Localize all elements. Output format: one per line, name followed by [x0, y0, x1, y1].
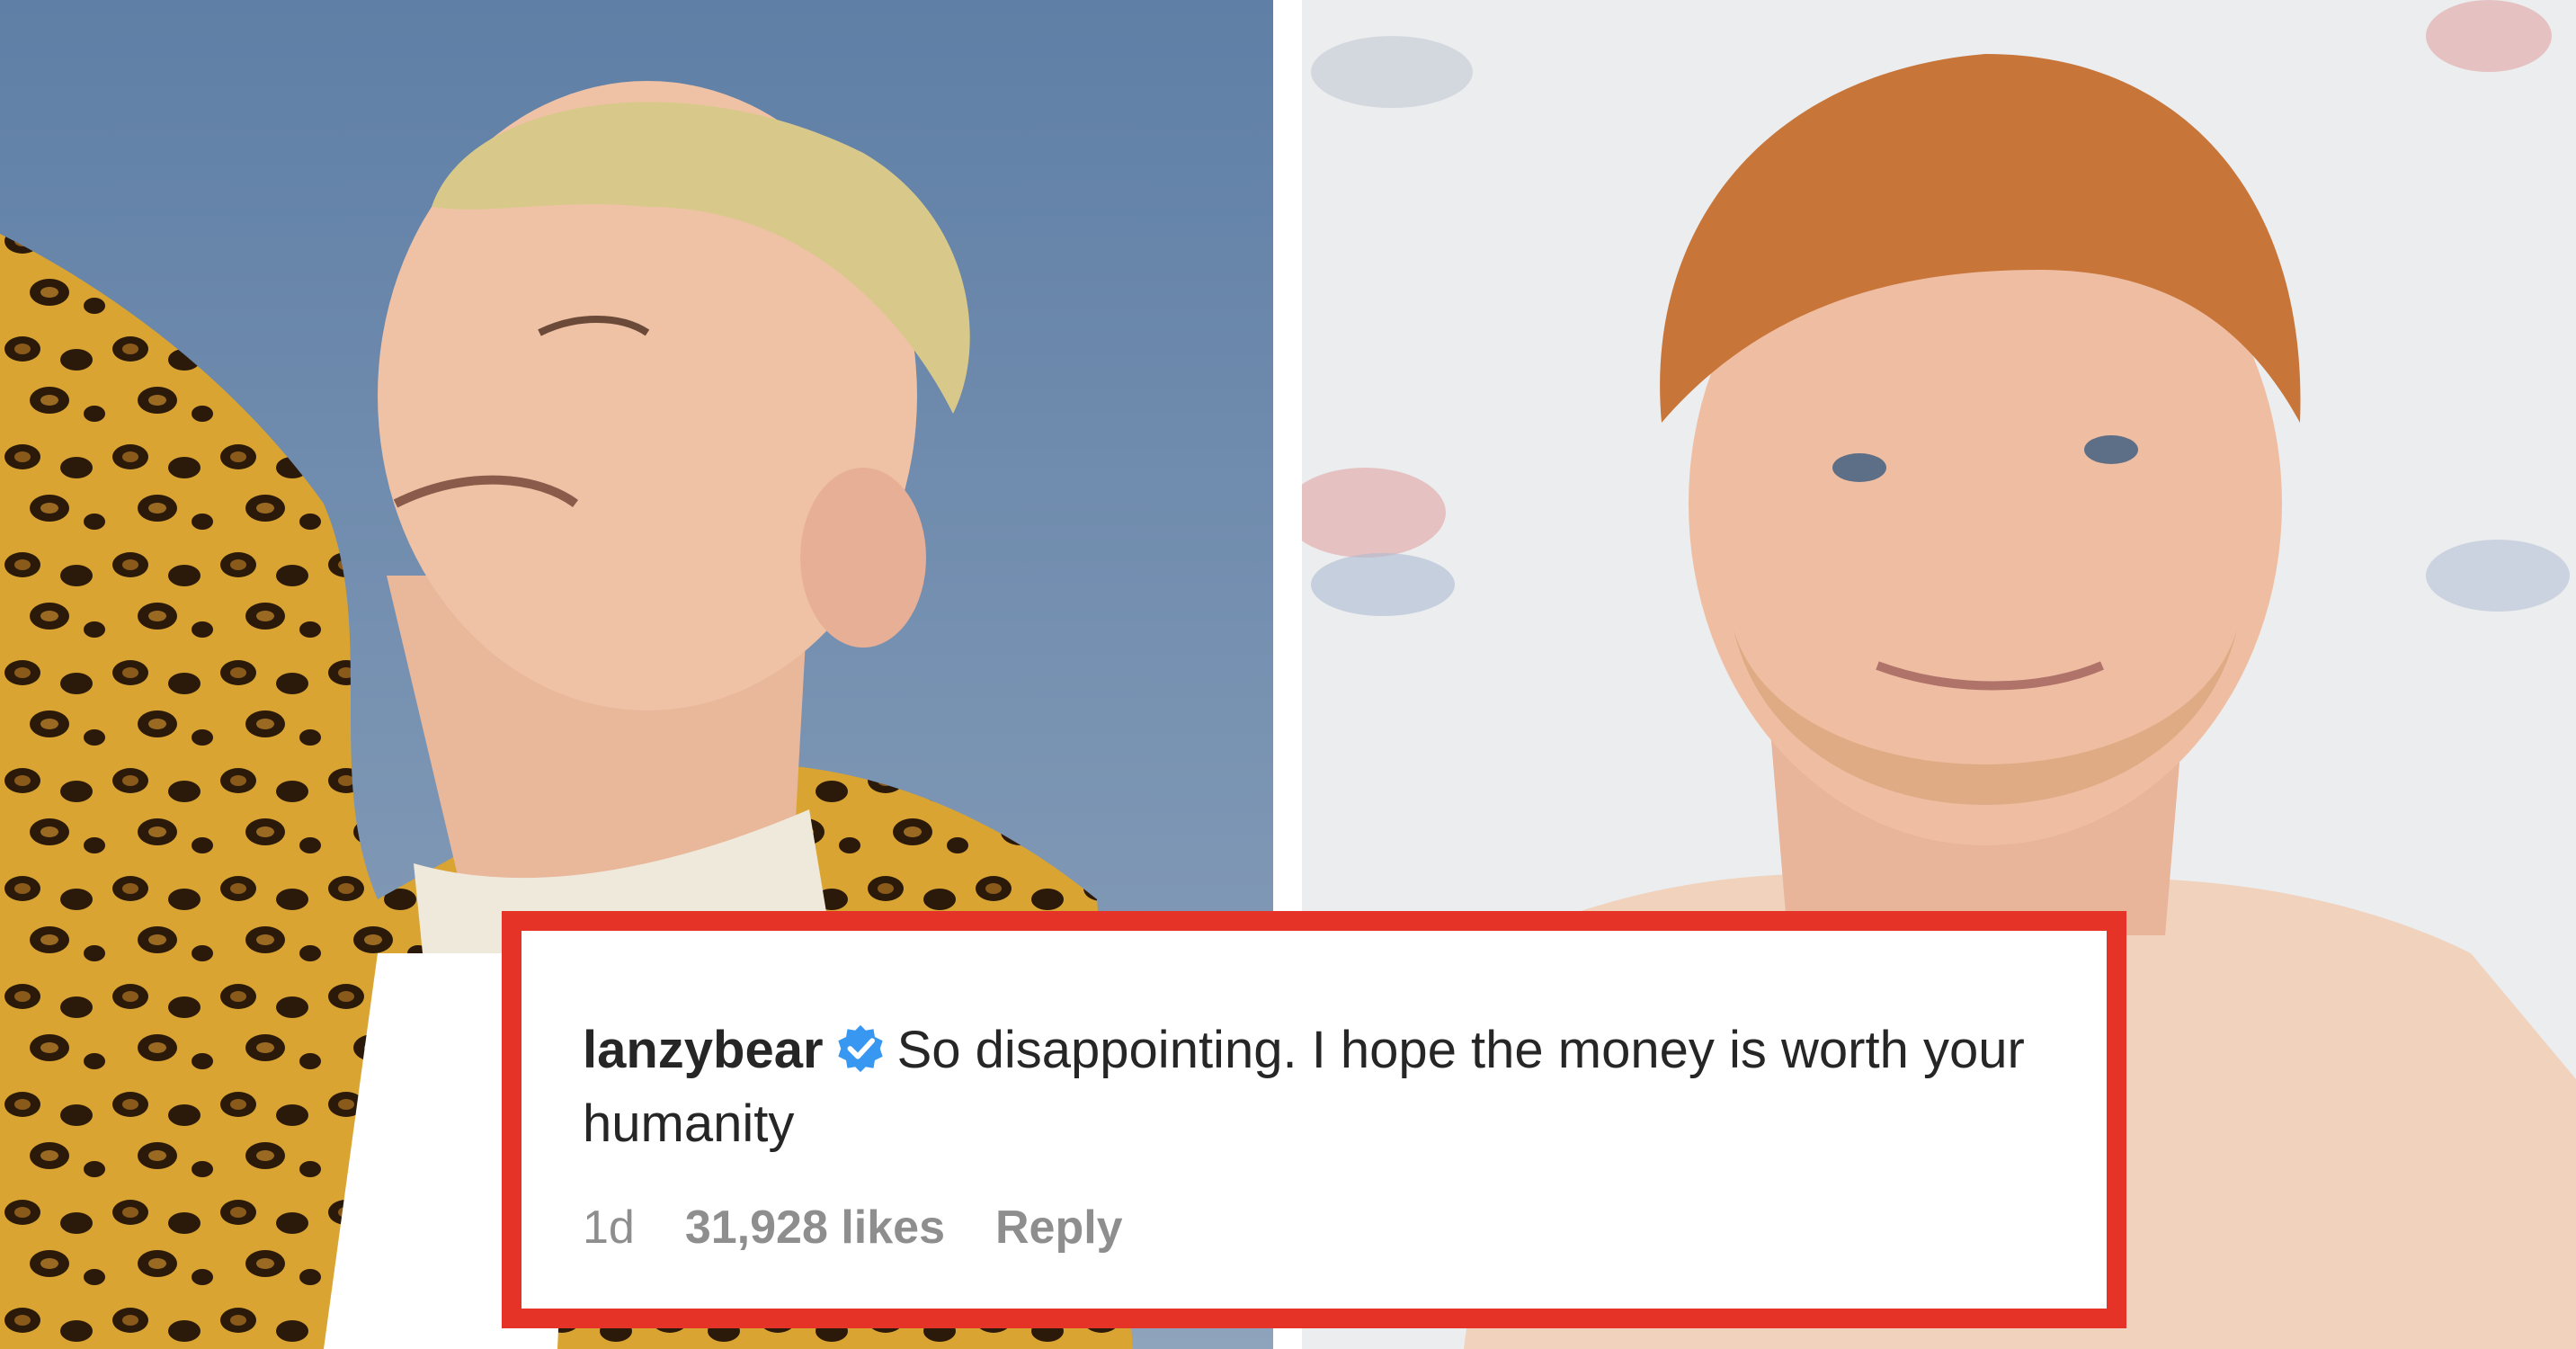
comment-body: lanzybear So disappointing. I hope the m…: [583, 1014, 2111, 1161]
comment-username[interactable]: lanzybear: [583, 1021, 824, 1079]
comment-time: 1d: [583, 1202, 635, 1254]
verified-badge-icon: [837, 1024, 883, 1073]
highlighted-comment-card: lanzybear So disappointing. I hope the m…: [502, 911, 2126, 1328]
comment-meta: 1d 31,928 likes Reply: [583, 1201, 1123, 1255]
reply-button[interactable]: Reply: [995, 1201, 1123, 1255]
comment-likes[interactable]: 31,928 likes: [685, 1201, 945, 1255]
